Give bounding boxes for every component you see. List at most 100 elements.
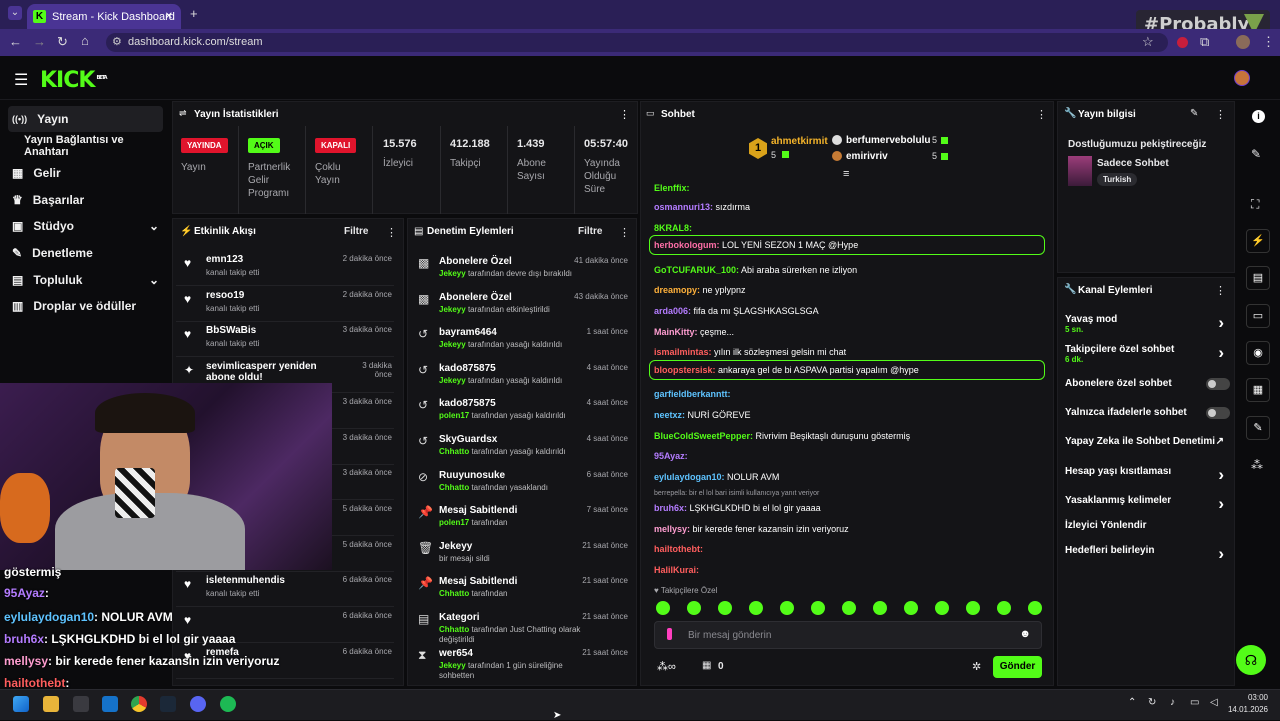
chat-username[interactable]: Elenffix: xyxy=(654,183,690,193)
toggle-switch[interactable] xyxy=(1206,407,1230,419)
chat-username[interactable]: eylulaydogan10: xyxy=(654,472,725,482)
moderation-row[interactable]: 📌 Mesaj Sabitlendi Chhatto tarafından 21 sa… xyxy=(410,573,630,609)
profile-avatar[interactable] xyxy=(1236,35,1250,49)
moderator-name[interactable]: Chhatto xyxy=(439,625,469,634)
sidebar-item-revenue[interactable]: ▦ Gelir xyxy=(8,160,163,186)
sidebar-item-moderation[interactable]: ✎ Denetleme xyxy=(8,240,163,266)
emote-icon[interactable] xyxy=(656,601,670,615)
chat-message[interactable]: 8KRAL8: xyxy=(654,220,1044,236)
moderation-row[interactable]: ▩ Abonelere Özel Jekeyy tarafından etkinle… xyxy=(410,289,630,325)
sidebar-item-drops[interactable]: ▥ Droplar ve ödüller xyxy=(8,293,163,319)
top-gifter-name[interactable]: ahmetkirmit xyxy=(771,136,828,147)
reload-icon[interactable]: ↻ xyxy=(57,34,68,50)
rail-chat-button[interactable]: ▭ xyxy=(1246,304,1270,328)
chat-input[interactable]: Bir mesaj gönderin ☻ xyxy=(654,621,1042,649)
activity-row[interactable]: ♥ BbSWaBis kanalı takip etti 3 dakika önce xyxy=(176,321,394,358)
chat-settings-icon[interactable]: ✲ xyxy=(972,660,981,673)
chat-message[interactable]: BlueColdSweetPepper: Rivrivim Beşiktaşlı… xyxy=(654,428,1044,444)
emote-icon[interactable] xyxy=(966,601,980,615)
chat-username[interactable]: 95Ayaz: xyxy=(654,451,688,461)
steam-icon[interactable] xyxy=(160,696,176,712)
extensions-icon[interactable]: ⧉ xyxy=(1200,34,1209,50)
chat-message[interactable]: bloopstersisk: ankaraya gel de bi ASPAVA… xyxy=(649,360,1045,380)
rail-grid-button[interactable]: ▦ xyxy=(1246,378,1270,402)
chat-message[interactable]: ismailmintas: yılın ilk sözleşmesi gelsi… xyxy=(654,344,1044,360)
chat-message[interactable]: mellysy: bir kerede fener kazansin izin … xyxy=(654,521,1044,537)
new-tab-button[interactable]: + xyxy=(190,6,198,21)
moderation-row[interactable]: ↺ kado875875 polen17 tarafından yasağı kal… xyxy=(410,395,630,431)
chat-username[interactable]: berrepella: bir el lol bari isimli kulla… xyxy=(654,490,819,497)
home-icon[interactable]: ⌂ xyxy=(81,33,89,48)
url-field[interactable]: ⚙ dashboard.kick.com/stream xyxy=(106,33,1168,52)
activity-row[interactable]: ♥ emn123 kanalı takip etti 2 dakika önce xyxy=(176,250,394,286)
file-explorer-icon[interactable] xyxy=(43,696,59,712)
moderator-name[interactable]: polen17 xyxy=(439,411,469,420)
emoji-icon[interactable]: ☻ xyxy=(1019,628,1031,640)
spotify-icon[interactable] xyxy=(220,696,236,712)
channel-action-row[interactable]: Yavaş mod 5 sn. › xyxy=(1065,314,1230,338)
outlook-icon[interactable] xyxy=(102,696,118,712)
chat-username[interactable]: BlueColdSweetPepper: xyxy=(654,431,753,441)
clock-time[interactable]: 03:00 xyxy=(1232,693,1268,702)
chat-message[interactable]: osmannuri13: sızdırma xyxy=(654,199,1044,215)
chat-username[interactable]: 8KRAL8: xyxy=(654,223,692,233)
channel-action-row[interactable]: Yasaklanmış kelimeler › xyxy=(1065,495,1230,519)
chat-message[interactable]: eylulaydogan10: NOLUR AVM xyxy=(654,469,1044,485)
support-icon[interactable]: ☊ xyxy=(1236,645,1266,675)
gift-box-icon[interactable]: ▦ xyxy=(702,660,711,671)
chat-username[interactable]: dreamopy: xyxy=(654,285,700,295)
monitor-icon[interactable]: ▭ xyxy=(1190,697,1199,708)
channel-action-row[interactable]: İzleyici Yönlendir xyxy=(1065,520,1230,544)
chat-username[interactable]: GoTCUFARUK_100: xyxy=(654,265,739,275)
discord-icon[interactable] xyxy=(190,696,206,712)
volume-icon[interactable]: ◁ xyxy=(1210,697,1218,708)
moderation-row[interactable]: ▤ Kategori Chhatto tarafından Just Chattin… xyxy=(410,609,630,645)
user-avatar[interactable] xyxy=(1234,70,1250,86)
chat-message[interactable]: herbokologum: LOL YENİ SEZON 1 MAÇ @Hype xyxy=(649,235,1045,255)
tab-close-icon[interactable]: ✕ xyxy=(165,11,173,22)
emote-icon[interactable] xyxy=(780,601,794,615)
chat-message[interactable]: dreamopy: ne yplypnz xyxy=(654,282,1044,298)
chat-username[interactable]: HalilKurai: xyxy=(654,565,699,575)
windows-start-icon[interactable] xyxy=(13,696,29,712)
bookmark-star-icon[interactable]: ☆ xyxy=(1142,34,1154,50)
expand-icon[interactable]: ≡ xyxy=(843,168,849,180)
sidebar-item-community[interactable]: ▤ Topluluk ⌄ xyxy=(8,267,163,293)
emote-icon[interactable] xyxy=(935,601,949,615)
browser-tab[interactable]: K Stream - Kick Dashboard ✕ xyxy=(27,4,181,29)
tab-search-icon[interactable]: ⌄ xyxy=(8,6,22,20)
chat-username[interactable]: neetxz: xyxy=(654,410,685,420)
add-widget-icon[interactable]: ⁂ xyxy=(1251,458,1263,472)
top-gifter-name[interactable]: berfumervebolulu xyxy=(846,135,930,146)
chat-message[interactable]: neetxz: NURİ GÖREVE xyxy=(654,407,1044,423)
chat-message[interactable]: HalilKurai: xyxy=(654,562,1044,578)
chat-message[interactable]: GoTCUFARUK_100: Abi araba sürerken ne iz… xyxy=(654,262,1044,278)
moderator-name[interactable]: Jekeyy xyxy=(439,661,466,670)
moderation-row[interactable]: ⊘ Ruuyunosuke Chhatto tarafından yasakland… xyxy=(410,467,630,503)
chat-username[interactable]: garfieldberkanntt: xyxy=(654,389,731,399)
activity-row[interactable]: ♥ isletenmuhendis kanalı takip etti 6 dakik… xyxy=(176,571,394,608)
channel-actions-menu-icon[interactable]: ⋮ xyxy=(1215,284,1226,297)
chat-message[interactable]: bruh6x: LŞKHGLKDHD bi el lol gir yaaaa xyxy=(654,500,1044,516)
viewers-icon[interactable]: ⁂∞ xyxy=(657,660,676,673)
site-info-icon[interactable]: ⚙ xyxy=(112,33,122,52)
moderator-name[interactable]: Jekeyy xyxy=(439,305,466,314)
chat-username[interactable]: osmannuri13: xyxy=(654,202,713,212)
emote-icon[interactable] xyxy=(687,601,701,615)
info-icon[interactable]: i xyxy=(1252,110,1265,123)
pencil-icon[interactable]: ✎ xyxy=(1251,147,1261,161)
activity-menu-icon[interactable]: ⋮ xyxy=(386,226,397,239)
channel-action-row[interactable]: Abonelere özel sohbet xyxy=(1065,378,1230,402)
chat-username[interactable]: bruh6x: xyxy=(654,503,687,513)
stats-menu-icon[interactable]: ⋮ xyxy=(619,108,630,121)
chat-message[interactable]: MainKitty: çeşme... xyxy=(654,324,1044,340)
store-icon[interactable] xyxy=(73,696,89,712)
channel-action-row[interactable]: Hedefleri belirleyin › xyxy=(1065,545,1230,569)
emote-icon[interactable] xyxy=(1028,601,1042,615)
channel-action-row[interactable]: Yapay Zeka ile Sohbet Denetimi ↗ xyxy=(1065,436,1230,460)
emote-icon[interactable] xyxy=(811,601,825,615)
chat-menu-icon[interactable]: ⋮ xyxy=(1036,108,1047,121)
moderator-name[interactable]: polen17 xyxy=(439,518,469,527)
chat-username[interactable]: arda006: xyxy=(654,306,691,316)
emote-icon[interactable] xyxy=(997,601,1011,615)
